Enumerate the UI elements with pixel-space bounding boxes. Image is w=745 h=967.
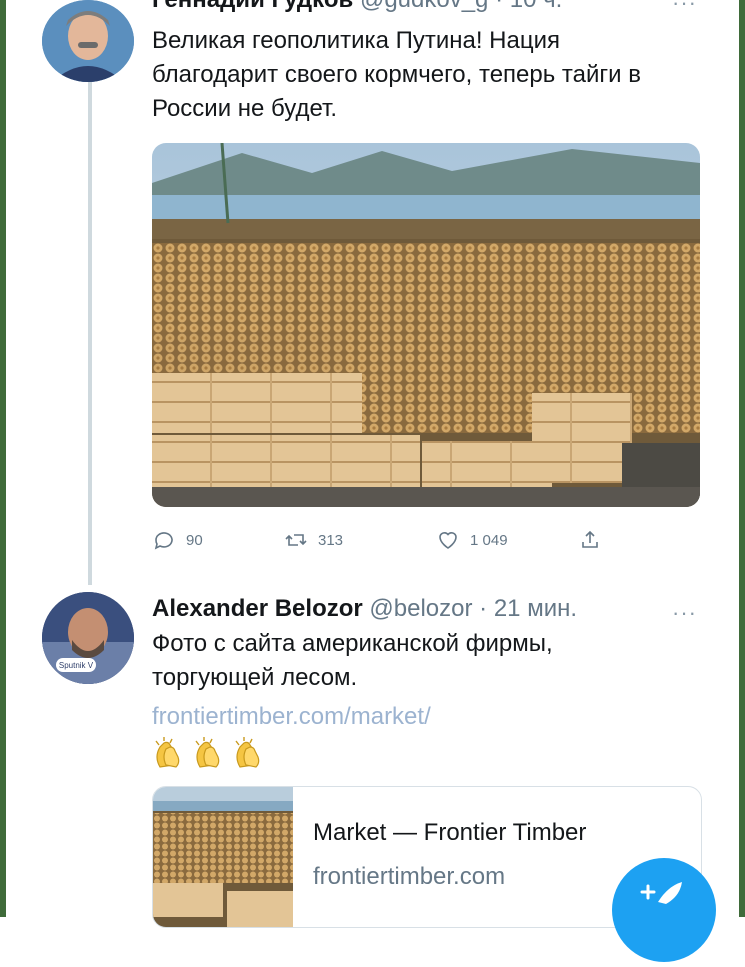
author-handle[interactable]: @belozor xyxy=(369,595,472,622)
tweet-link[interactable]: frontiertimber.com/market/ xyxy=(152,703,431,731)
author-avatar[interactable] xyxy=(42,0,134,82)
tweet-photo[interactable] xyxy=(152,143,700,507)
link-card-title: Market — Frontier Timber xyxy=(313,819,587,846)
share-button[interactable] xyxy=(578,525,602,555)
thread-connector-line xyxy=(88,80,92,585)
more-dots-icon[interactable]: ··· xyxy=(672,0,697,16)
tweet-text: Великая геополитика Путина! Нация благод… xyxy=(152,27,641,122)
separator-dot: · xyxy=(479,595,488,622)
link-preview-thumbnail xyxy=(153,787,293,927)
like-count: 1 049 xyxy=(470,531,508,549)
compose-tweet-button[interactable] xyxy=(612,858,716,962)
emoji-row xyxy=(150,735,266,771)
tweet-header: Alexander Belozor @belozor · 21 мин. xyxy=(152,595,577,623)
tweet-time[interactable]: · 10 ч. xyxy=(495,0,562,13)
clapping-hands-icon xyxy=(155,737,180,768)
author-handle[interactable]: @gudkov_g xyxy=(360,0,488,13)
tweet-time[interactable]: 21 мин. xyxy=(494,595,577,622)
left-edge xyxy=(0,0,6,917)
clapping-hands-icon xyxy=(235,737,260,768)
tweet-actions: 90 313 1 049 xyxy=(152,525,672,555)
more-dots-icon[interactable]: ··· xyxy=(672,600,697,626)
link-card-domain: frontiertimber.com xyxy=(313,863,506,890)
retweet-icon xyxy=(285,534,307,546)
author-name[interactable]: Геннадий Гудков xyxy=(152,0,353,13)
right-edge xyxy=(739,0,745,917)
retweet-button[interactable]: 313 xyxy=(284,525,343,555)
tweet-header: Геннадий Гудков @gudkov_g · 10 ч. xyxy=(152,0,562,14)
tweet-text: Фото с сайта американской фирмы, торгующ… xyxy=(152,630,553,691)
heart-icon xyxy=(439,532,457,549)
retweet-count: 313 xyxy=(318,531,344,549)
sputnik-badge-text: Sputnik V xyxy=(59,661,94,670)
author-name[interactable]: Alexander Belozor xyxy=(152,595,363,622)
reply-count: 90 xyxy=(186,531,203,549)
reply-icon xyxy=(154,532,173,550)
reply-button[interactable]: 90 xyxy=(152,525,203,555)
author-avatar[interactable]: Sputnik V xyxy=(42,592,134,684)
share-icon xyxy=(582,530,598,548)
compose-icon xyxy=(640,882,682,904)
like-button[interactable]: 1 049 xyxy=(436,525,508,555)
clapping-hands-icon xyxy=(195,737,220,768)
